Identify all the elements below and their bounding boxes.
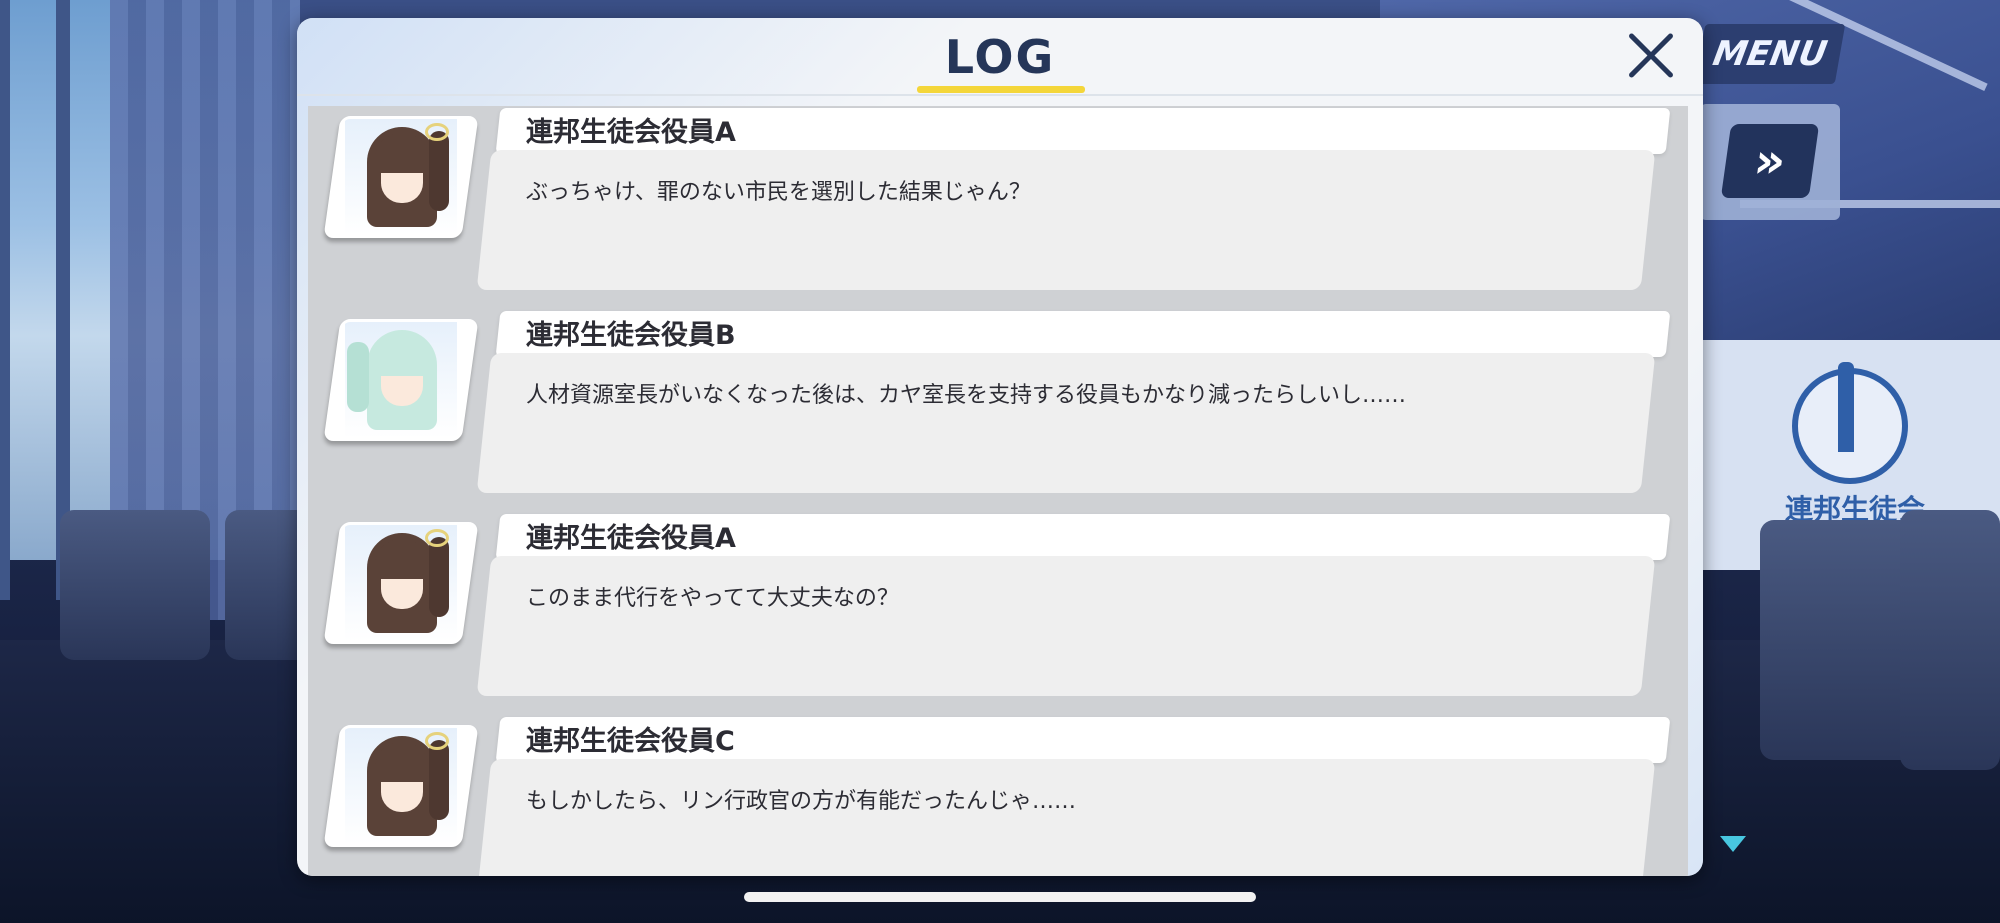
message-box bbox=[476, 353, 1656, 493]
message-text: このまま代行をやってて大丈夫なの？ bbox=[526, 586, 899, 611]
log-list[interactable]: 連邦生徒会役員A ぶっちゃけ、罪のない市民を選別した結果じゃん？ 連邦生徒会役員… bbox=[308, 106, 1688, 876]
message-text: もしかしたら、リン行政官の方が有能だったんじゃ…… bbox=[526, 789, 1077, 814]
log-entry: 連邦生徒会役員A このまま代行をやってて大丈夫なの？ bbox=[308, 512, 1688, 704]
menu-button[interactable]: MENU bbox=[1694, 24, 1846, 84]
next-dialogue-arrow-icon bbox=[1720, 836, 1746, 852]
emblem-tower bbox=[1838, 362, 1854, 452]
log-panel: LOG 連邦生徒会役員A ぶっちゃけ、罪のない市民を選別した結果じゃん？ 連邦生… bbox=[297, 18, 1703, 876]
log-entry: 連邦生徒会役員A ぶっちゃけ、罪のない市民を選別した結果じゃん？ bbox=[308, 106, 1688, 298]
speaker-avatar bbox=[323, 522, 479, 644]
message-text: 人材資源室長がいなくなった後は、カヤ室長を支持する役員もかなり減ったらしいし…… bbox=[526, 383, 1407, 408]
log-entry: 連邦生徒会役員C もしかしたら、リン行政官の方が有能だったんじゃ…… bbox=[308, 715, 1688, 876]
fast-forward-button[interactable]: » bbox=[1720, 124, 1820, 198]
log-header: LOG bbox=[297, 18, 1703, 96]
chair bbox=[1900, 510, 2000, 770]
log-entry: 連邦生徒会役員B 人材資源室長がいなくなった後は、カヤ室長を支持する役員もかなり… bbox=[308, 309, 1688, 501]
speaker-name: 連邦生徒会役員C bbox=[526, 726, 735, 757]
speaker-name: 連邦生徒会役員B bbox=[526, 320, 736, 351]
home-indicator[interactable] bbox=[744, 892, 1256, 902]
message-box bbox=[476, 759, 1656, 876]
speaker-avatar bbox=[323, 319, 479, 441]
message-text: ぶっちゃけ、罪のない市民を選別した結果じゃん？ bbox=[526, 180, 1031, 205]
close-icon[interactable] bbox=[1625, 30, 1677, 82]
window-frame bbox=[0, 0, 10, 600]
log-title: LOG bbox=[944, 30, 1056, 84]
chair bbox=[60, 510, 210, 660]
message-box bbox=[476, 150, 1656, 290]
speaker-avatar bbox=[323, 725, 479, 847]
message-box bbox=[476, 556, 1656, 696]
title-underline bbox=[917, 86, 1085, 93]
speaker-name: 連邦生徒会役員A bbox=[526, 523, 736, 554]
speaker-avatar bbox=[323, 116, 479, 238]
speaker-name: 連邦生徒会役員A bbox=[526, 117, 736, 148]
